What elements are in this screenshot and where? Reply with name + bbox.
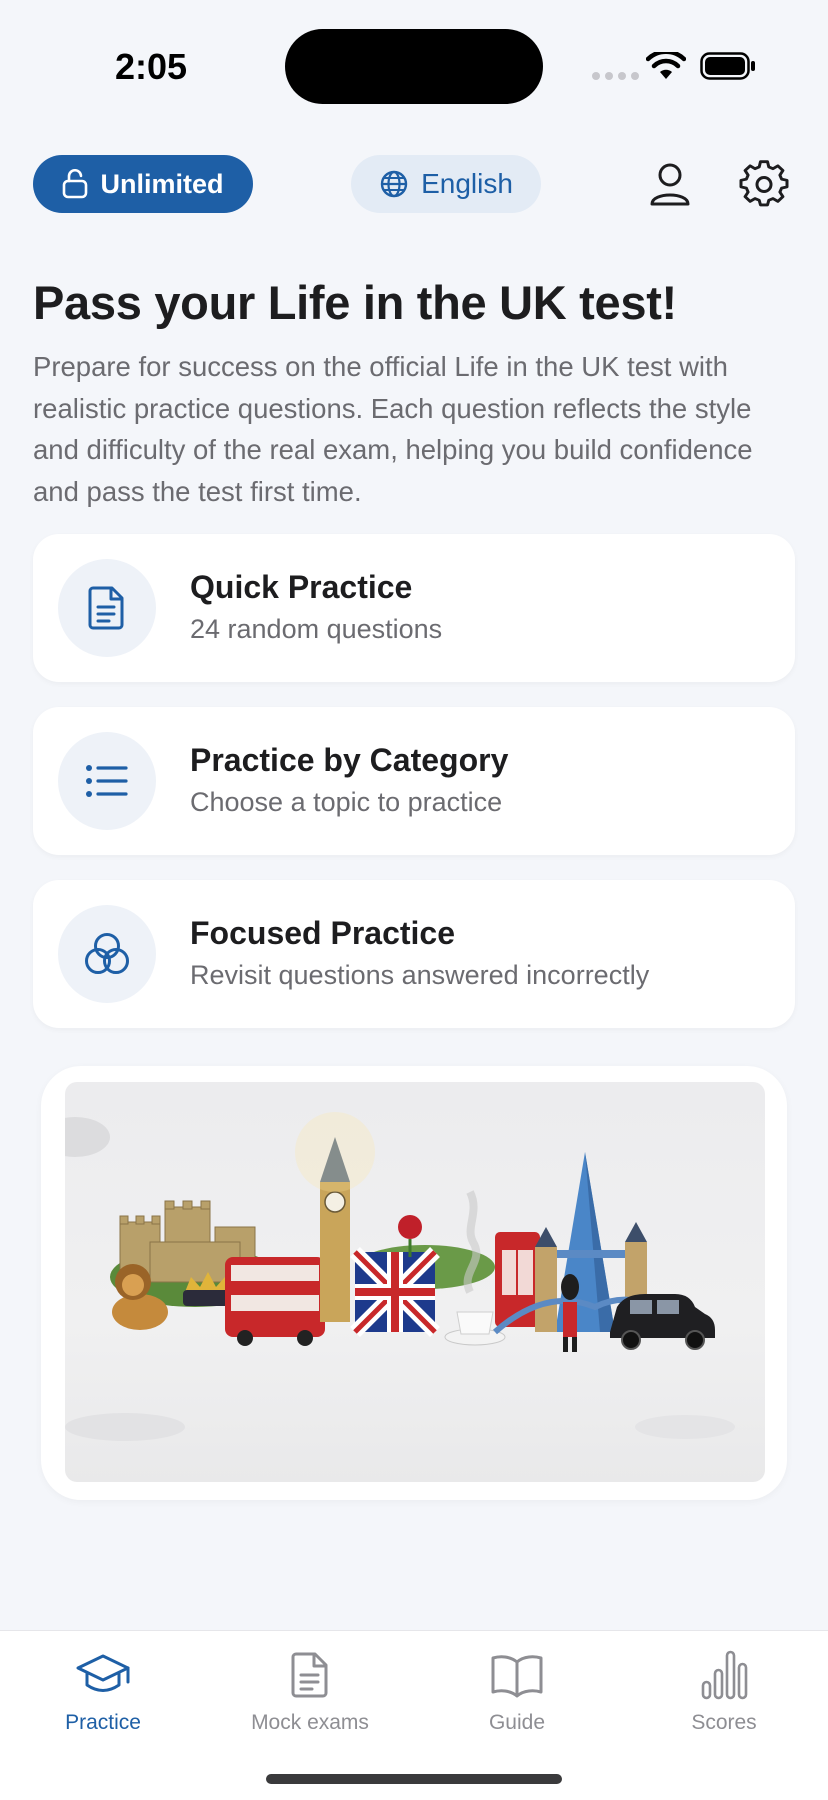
tab-mock-exams[interactable]: Mock exams (220, 1649, 400, 1735)
page-title: Pass your Life in the UK test! (33, 276, 677, 329)
book-icon (491, 1655, 543, 1698)
settings-button[interactable] (739, 160, 789, 210)
wifi-icon (646, 52, 686, 79)
venn-circles-icon (85, 933, 129, 974)
tab-guide[interactable]: Guide (427, 1649, 607, 1735)
person-icon (650, 163, 690, 206)
globe-icon (380, 170, 408, 198)
tab-label: Practice (65, 1711, 141, 1734)
card-icon-container (58, 905, 156, 1003)
card-subtitle: Revisit questions answered incorrectly (190, 960, 650, 990)
home-indicator (266, 1774, 562, 1784)
battery-icon (700, 52, 755, 80)
document-icon (88, 586, 124, 630)
tab-practice[interactable]: Practice (13, 1649, 193, 1735)
list-icon (86, 765, 128, 797)
status-time: 2:05 (115, 46, 188, 87)
card-icon-container (58, 732, 156, 830)
unlock-icon (63, 169, 88, 199)
tab-scores[interactable]: Scores (634, 1649, 814, 1735)
card-title: Quick Practice (190, 569, 413, 605)
uk-landmarks-illustration (65, 1082, 765, 1482)
card-icon-container (58, 559, 156, 657)
dynamic-island (285, 29, 543, 104)
cellular-signal-icon (592, 72, 639, 80)
status-bar: 2:05 (0, 0, 828, 130)
quick-practice-card[interactable]: Quick Practice 24 random questions (33, 534, 795, 682)
uk-landmarks-illustration-card (41, 1066, 787, 1500)
card-title: Focused Practice (190, 915, 455, 951)
document-icon (291, 1652, 328, 1698)
tab-label: Scores (691, 1711, 757, 1734)
language-selector-button[interactable]: English (351, 155, 541, 213)
practice-by-category-card[interactable]: Practice by Category Choose a topic to p… (33, 707, 795, 855)
unlimited-label: Unlimited (100, 168, 224, 199)
gear-icon (739, 160, 789, 207)
card-title: Practice by Category (190, 742, 509, 778)
profile-button[interactable] (645, 160, 695, 210)
language-label: English (421, 168, 513, 199)
bar-chart-icon (701, 1650, 748, 1700)
focused-practice-card[interactable]: Focused Practice Revisit questions answe… (33, 880, 795, 1028)
tab-label: Mock exams (251, 1711, 369, 1734)
card-subtitle: Choose a topic to practice (190, 787, 503, 817)
graduation-cap-icon (76, 1654, 130, 1692)
unlimited-button[interactable]: Unlimited (33, 155, 253, 213)
card-subtitle: 24 random questions (190, 614, 443, 644)
tab-label: Guide (488, 1711, 546, 1734)
page-description: Prepare for success on the official Life… (33, 351, 753, 507)
